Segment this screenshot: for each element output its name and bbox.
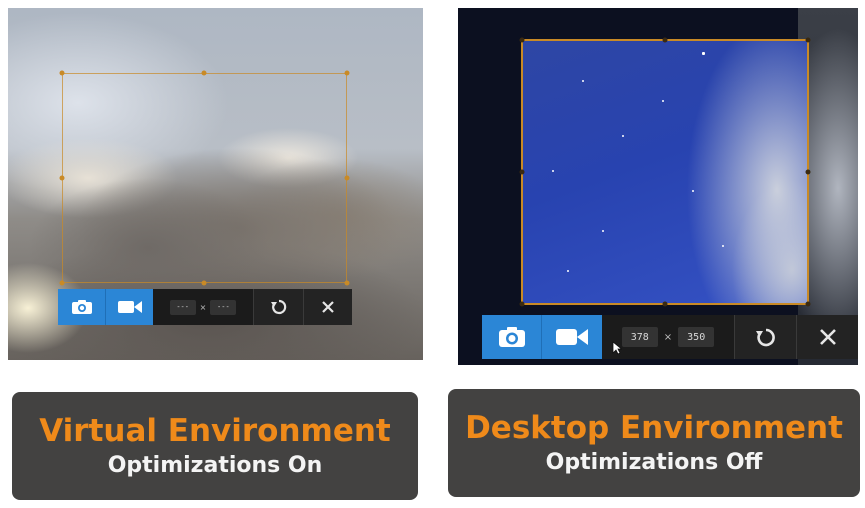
- undo-button[interactable]: [253, 289, 303, 325]
- screenshot-button[interactable]: [482, 315, 541, 359]
- width-value[interactable]: 378: [621, 327, 658, 347]
- video-camera-icon: [556, 329, 588, 345]
- camera-icon: [498, 327, 525, 347]
- height-value[interactable]: ---: [210, 299, 237, 315]
- undo-icon: [270, 299, 286, 315]
- caption-title: Virtual Environment: [39, 413, 391, 449]
- resize-handle-top-center[interactable]: [201, 70, 207, 76]
- resize-handle-bottom-right[interactable]: [344, 280, 350, 286]
- resize-handle-middle-right[interactable]: [805, 169, 811, 175]
- record-video-button[interactable]: [105, 289, 153, 325]
- dimensions-display: --- × ---: [153, 289, 253, 325]
- capture-toolbar: 378 × 350: [482, 315, 858, 359]
- resize-handle-top-right[interactable]: [344, 70, 350, 76]
- close-icon: [819, 329, 836, 345]
- selection-rectangle[interactable]: [62, 73, 347, 283]
- resize-handle-middle-right[interactable]: [344, 175, 350, 181]
- capture-toolbar: --- × ---: [58, 289, 352, 325]
- caption-subtitle: Optimizations On: [107, 453, 323, 478]
- desktop-environment-screenshot: 378 × 350: [458, 8, 858, 365]
- record-video-button[interactable]: [541, 315, 602, 359]
- caption-subtitle: Optimizations Off: [545, 450, 763, 475]
- camera-icon: [71, 300, 92, 314]
- screenshot-button[interactable]: [58, 289, 105, 325]
- cursor-icon: [612, 341, 622, 355]
- close-button[interactable]: [796, 315, 858, 359]
- resize-handle-bottom-center[interactable]: [662, 301, 668, 307]
- dimension-separator: ×: [663, 331, 673, 343]
- resize-handle-middle-left[interactable]: [59, 175, 65, 181]
- video-camera-icon: [117, 301, 142, 313]
- virtual-environment-screenshot: --- × ---: [8, 8, 423, 360]
- caption-title: Desktop Environment: [465, 410, 843, 446]
- undo-icon: [755, 328, 775, 347]
- dimension-separator: ×: [199, 302, 207, 312]
- resize-handle-top-center[interactable]: [662, 37, 668, 43]
- desktop-environment-caption: Desktop Environment Optimizations Off: [448, 389, 860, 497]
- close-button[interactable]: [303, 289, 352, 325]
- resize-handle-middle-left[interactable]: [519, 169, 525, 175]
- resize-handle-top-left[interactable]: [59, 70, 65, 76]
- virtual-environment-caption: Virtual Environment Optimizations On: [12, 392, 418, 500]
- close-icon: [322, 301, 334, 313]
- height-value[interactable]: 350: [678, 327, 715, 347]
- resize-handle-bottom-right[interactable]: [805, 301, 811, 307]
- resize-handle-top-left[interactable]: [519, 37, 525, 43]
- selection-rectangle[interactable]: [521, 39, 809, 305]
- resize-handle-bottom-left[interactable]: [519, 301, 525, 307]
- width-value[interactable]: ---: [169, 299, 196, 315]
- resize-handle-top-right[interactable]: [805, 37, 811, 43]
- undo-button[interactable]: [734, 315, 796, 359]
- resize-handle-bottom-left[interactable]: [59, 280, 65, 286]
- resize-handle-bottom-center[interactable]: [201, 280, 207, 286]
